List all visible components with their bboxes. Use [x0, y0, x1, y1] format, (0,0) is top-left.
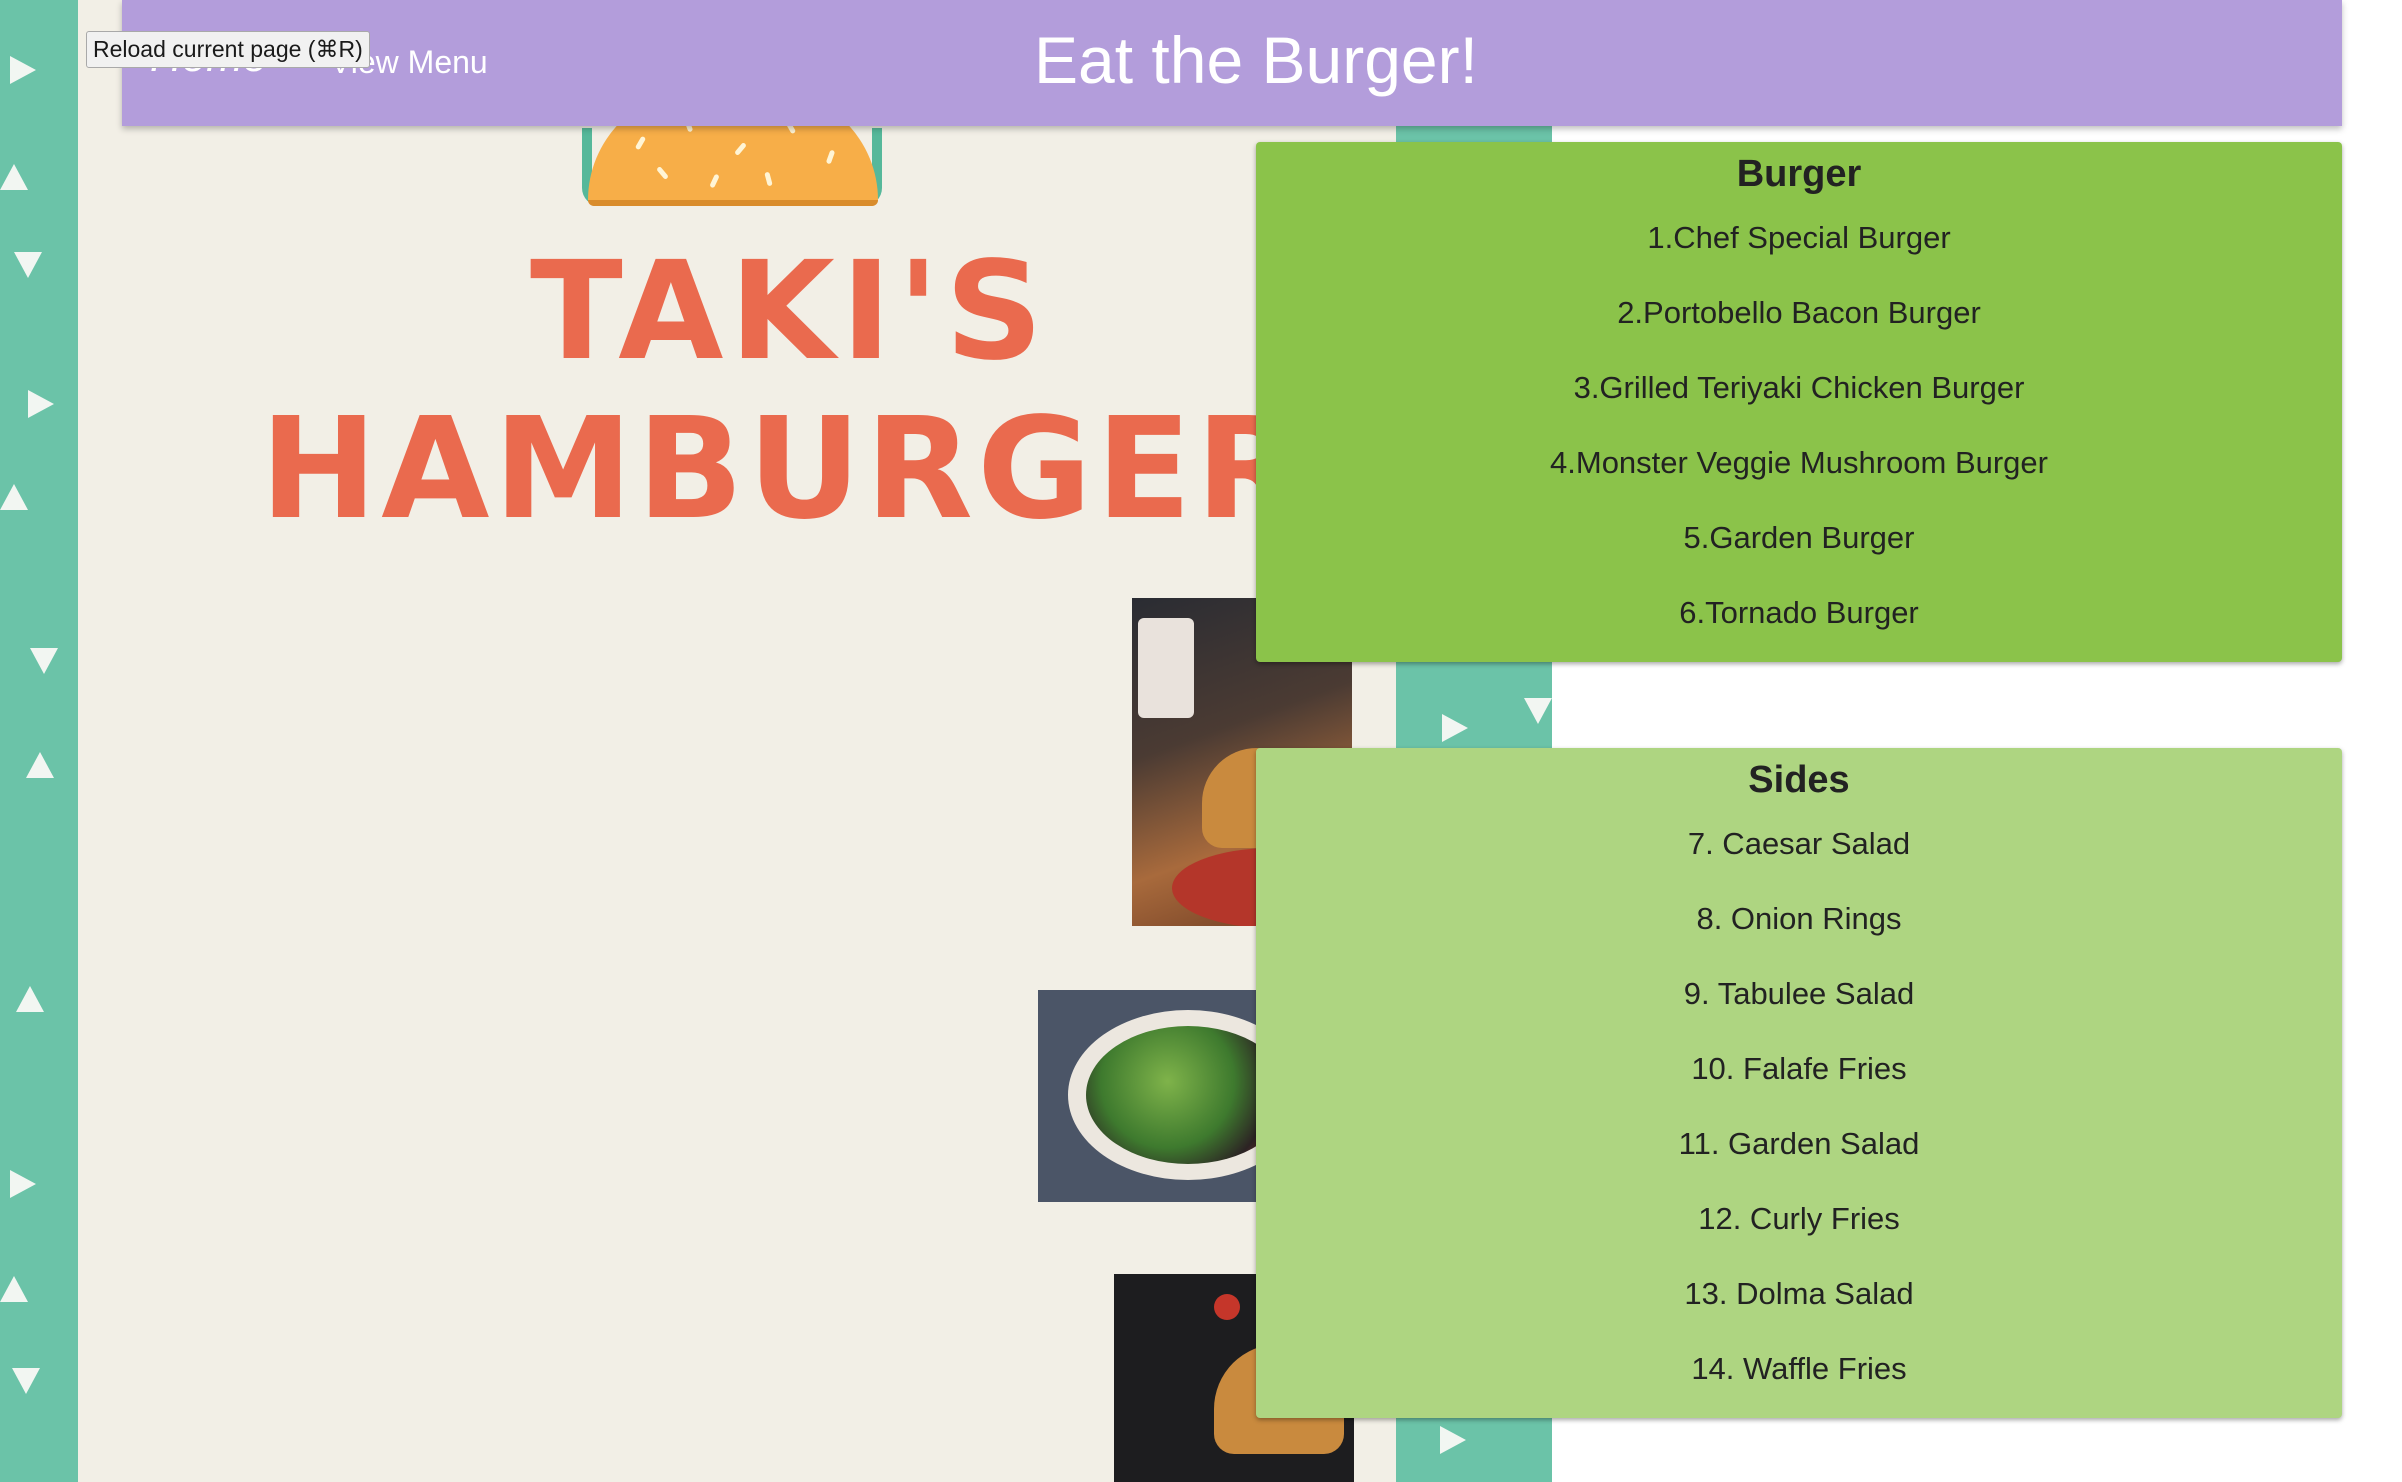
side-item: 10. Falafe Fries: [1691, 1051, 1907, 1086]
burger-item: 5.Garden Burger: [1683, 520, 1915, 555]
reload-tooltip: Reload current page (⌘R): [86, 31, 370, 68]
burger-menu-panel: Burger 1.Chef Special Burger 2.Portobell…: [1256, 142, 2342, 662]
burger-item: 4.Monster Veggie Mushroom Burger: [1550, 445, 2048, 480]
burger-list: 1.Chef Special Burger 2.Portobello Bacon…: [1256, 200, 2342, 650]
side-item: 9. Tabulee Salad: [1683, 976, 1915, 1011]
burger-item: 3.Grilled Teriyaki Chicken Burger: [1573, 370, 2025, 405]
sides-heading: Sides: [1748, 759, 1850, 801]
burger-item: 2.Portobello Bacon Burger: [1617, 295, 1981, 330]
side-item: 11. Garden Salad: [1678, 1126, 1920, 1161]
sides-list: 7. Caesar Salad 8. Onion Rings 9. Tabule…: [1256, 806, 2342, 1406]
side-item: 8. Onion Rings: [1696, 901, 1902, 936]
burger-heading: Burger: [1736, 153, 1862, 195]
poster-left-border: [0, 0, 78, 1482]
burger-item: 1.Chef Special Burger: [1647, 220, 1951, 255]
side-item: 7. Caesar Salad: [1687, 826, 1911, 861]
poster-brand-line2: Hamburger: [260, 388, 1308, 551]
sides-menu-panel: Sides 7. Caesar Salad 8. Onion Rings 9. …: [1256, 748, 2342, 1418]
poster-brand-line1: Taki's: [530, 233, 1050, 391]
side-item: 14. Waffle Fries: [1691, 1351, 1907, 1386]
page-title: Eat the Burger!: [1034, 23, 1478, 97]
burger-item: 6.Tornado Burger: [1679, 595, 1919, 630]
side-item: 13. Dolma Salad: [1684, 1276, 1914, 1311]
side-item: 12. Curly Fries: [1698, 1201, 1900, 1236]
